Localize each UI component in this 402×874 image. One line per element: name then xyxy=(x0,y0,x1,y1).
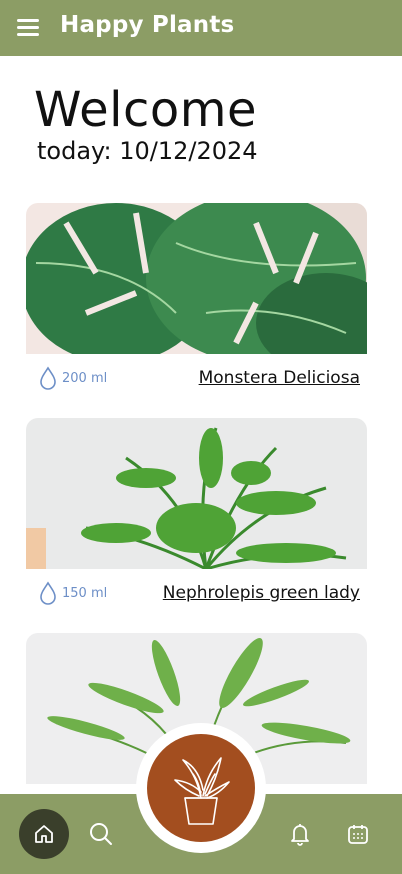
bell-icon xyxy=(291,824,309,846)
water-amount: 200 ml xyxy=(62,370,108,386)
nav-calendar-button[interactable] xyxy=(343,819,373,849)
top-app-bar: Happy Plants xyxy=(0,0,402,56)
plant-photo xyxy=(26,418,367,569)
add-plant-button[interactable] xyxy=(147,734,255,842)
app-title: Happy Plants xyxy=(60,12,235,38)
today-date: today: 10/12/2024 xyxy=(37,137,258,165)
plant-card[interactable]: 200 ml Monstera Deliciosa xyxy=(26,203,367,405)
plant-name-link[interactable]: Nephrolepis green lady xyxy=(163,583,360,603)
search-icon xyxy=(90,823,112,845)
nav-notifications-button[interactable] xyxy=(285,819,315,849)
nav-home-button[interactable] xyxy=(19,809,69,859)
plant-card[interactable]: 150 ml Nephrolepis green lady xyxy=(26,418,367,620)
nav-search-button[interactable] xyxy=(86,819,116,849)
plant-photo xyxy=(26,203,367,354)
water-drop-icon xyxy=(40,581,56,605)
water-amount: 150 ml xyxy=(62,585,108,601)
welcome-heading: Welcome xyxy=(34,82,258,138)
home-icon xyxy=(35,825,53,843)
water-info: 150 ml xyxy=(38,581,107,605)
add-plant-icon xyxy=(174,757,230,825)
calendar-icon xyxy=(348,825,368,844)
water-info: 200 ml xyxy=(38,366,107,390)
menu-icon[interactable] xyxy=(17,19,39,37)
water-drop-icon xyxy=(40,366,56,390)
plant-name-link[interactable]: Monstera Deliciosa xyxy=(199,368,360,388)
